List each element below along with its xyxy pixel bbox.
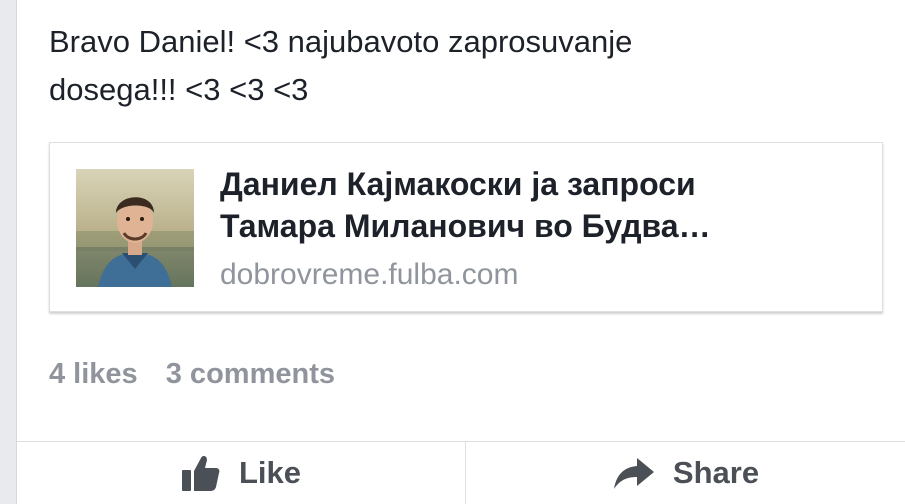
link-thumbnail bbox=[76, 169, 194, 287]
thumbs-up-icon bbox=[181, 454, 221, 492]
post-actions-bar: Like Share bbox=[17, 442, 905, 504]
share-label: Share bbox=[672, 455, 760, 490]
post-message-line-2: dosega!!! <3 <3 <3 bbox=[49, 72, 309, 107]
link-title[interactable]: Даниел Кајмакоски ја запроси Тамара Мила… bbox=[220, 163, 820, 247]
share-button[interactable]: Share bbox=[466, 442, 905, 504]
link-preview-card[interactable]: Даниел Кајмакоски ја запроси Тамара Мила… bbox=[49, 142, 883, 312]
post-message-line-1: Bravo Daniel! <3 najubavoto zaprosuvanje bbox=[49, 24, 633, 59]
link-title-line-1: Даниел Кајмакоски ја запроси bbox=[220, 166, 696, 202]
like-label: Like bbox=[238, 455, 302, 490]
likes-count[interactable]: 4 likes bbox=[49, 358, 138, 390]
like-button[interactable]: Like bbox=[17, 442, 465, 504]
comments-count[interactable]: 3 comments bbox=[166, 358, 335, 390]
post-stats: 4 likes 3 comments bbox=[49, 358, 355, 391]
link-domain: dobrovreme.fulba.com bbox=[220, 258, 519, 291]
link-title-line-2: Тамара Миланович во Будва… bbox=[220, 208, 711, 244]
feed-post: Bravo Daniel! <3 najubavoto zaprosuvanje… bbox=[16, 0, 905, 504]
post-message: Bravo Daniel! <3 najubavoto zaprosuvanje… bbox=[49, 18, 869, 114]
share-arrow-icon bbox=[613, 456, 655, 490]
